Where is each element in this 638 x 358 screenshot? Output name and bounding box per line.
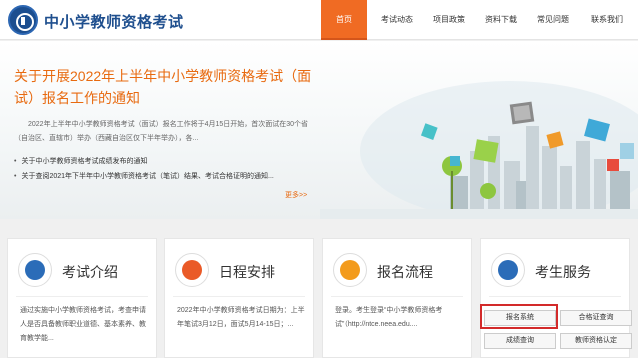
announcement-title-line1[interactable]: 关于开展2022年上半年中小学教师资格考试（面: [14, 65, 314, 87]
announcement-title-line2[interactable]: 试）报名工作的通知: [14, 87, 314, 109]
card-schedule[interactable]: 日程安排 2022年中小学教师资格考试日期为：上半年笔试3月12日，面试5月14…: [164, 238, 314, 358]
news-link-2[interactable]: 关于查阅2021年下半年中小学教师资格考试（笔试）结果、考试合格证明的通知...: [14, 171, 273, 181]
city-illustration: [320, 81, 638, 219]
nav-faq[interactable]: 常见问题: [528, 0, 578, 40]
document-icon: [18, 253, 52, 287]
nav-policy[interactable]: 项目政策: [424, 0, 474, 40]
nav-exam-news[interactable]: 考试动态: [372, 0, 422, 40]
card-divider: [173, 296, 305, 297]
card-divider: [489, 296, 621, 297]
site-logo-icon[interactable]: [8, 5, 38, 35]
qualification-certification-button[interactable]: 教师资格认定: [560, 333, 632, 349]
more-link[interactable]: 更多>>: [285, 190, 307, 200]
card-title: 报名流程: [377, 264, 433, 280]
card-registration[interactable]: 报名流程 登录。考生登录“中小学教师资格考试”（http://ntce.neea…: [322, 238, 472, 358]
announcement-body: 2022年上半年中小学教师资格考试（面试）报名工作将于4月15日开始，首次面试在…: [14, 121, 309, 142]
card-divider: [331, 296, 463, 297]
id-card-icon: [491, 253, 525, 287]
highlight-box: [480, 304, 558, 329]
checkmark-icon: [175, 253, 209, 287]
certificate-query-button[interactable]: 合格证查询: [560, 310, 632, 326]
announcement-banner: 关于开展2022年上半年中小学教师资格考试（面 试）报名工作的通知 2022年上…: [0, 41, 638, 219]
card-text: 通过实施中小学教师资格考试，考查申请人是否具备教师职业道德、基本素养、教育教学能…: [20, 307, 146, 342]
nav-home[interactable]: 首页: [321, 0, 367, 40]
card-title: 考试介绍: [62, 264, 118, 280]
nav-downloads[interactable]: 资料下载: [476, 0, 526, 40]
card-exam-intro[interactable]: 考试介绍 通过实施中小学教师资格考试，考查申请人是否具备教师职业道德、基本素养、…: [7, 238, 157, 358]
site-header: 中小学教师资格考试 首页 考试动态 项目政策 资料下载 常见问题 联系我们: [0, 0, 638, 40]
card-title: 考生服务: [535, 264, 591, 280]
card-text: 登录。考生登录“中小学教师资格考试”（http://ntce.neea.edu.…: [335, 307, 443, 328]
site-title[interactable]: 中小学教师资格考试: [44, 11, 184, 32]
nav-contact[interactable]: 联系我们: [582, 0, 632, 40]
card-text: 2022年中小学教师资格考试日期为：上半年笔试3月12日，面试5月14-15日；…: [177, 307, 305, 328]
news-link-1[interactable]: 关于中小学教师资格考试成绩发布的通知: [14, 156, 147, 166]
card-divider: [16, 296, 148, 297]
card-title: 日程安排: [219, 264, 275, 280]
announcement-title[interactable]: 关于开展2022年上半年中小学教师资格考试（面 试）报名工作的通知: [14, 65, 314, 109]
score-query-button[interactable]: 成绩查询: [484, 333, 556, 349]
form-icon: [333, 253, 367, 287]
